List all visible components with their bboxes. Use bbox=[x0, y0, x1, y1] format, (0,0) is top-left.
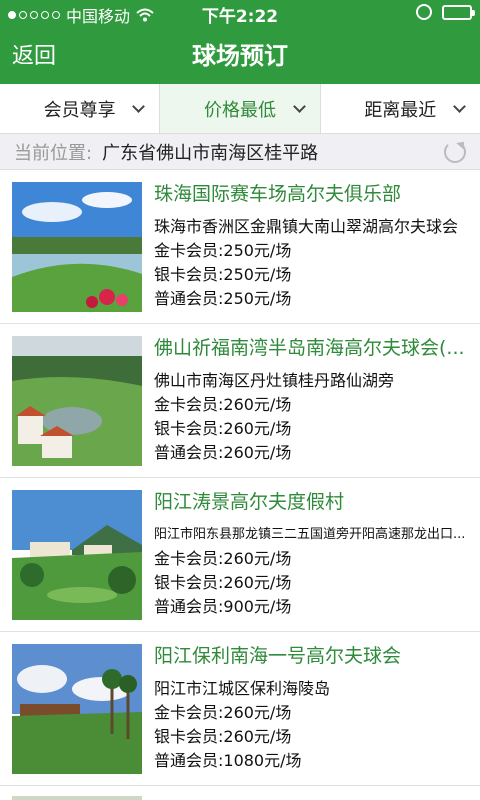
list-item[interactable]: 珠海国际赛车场高尔夫俱乐部 珠海市香洲区金鼎镇大南山翠湖高尔夫球会 金卡会员:2… bbox=[0, 170, 480, 324]
course-name[interactable]: 阳江涛景高尔夫度假村 bbox=[154, 488, 470, 516]
normal-price: 普通会员:900元/场 bbox=[154, 597, 292, 616]
status-right bbox=[416, 4, 475, 20]
chevron-down-icon bbox=[132, 100, 146, 113]
nav-bar: 返回 球场预订 bbox=[0, 26, 480, 84]
list-item[interactable]: 佛山祈福南湾半岛南海高尔夫球会(... 佛山市南海区丹灶镇桂丹路仙湖旁 金卡会员… bbox=[0, 324, 480, 478]
course-address: 阳江市阳东县那龙镇三二五国道旁开阳高速那龙出口... bbox=[154, 527, 466, 542]
list-item-partial bbox=[0, 786, 480, 800]
normal-price: 普通会员:250元/场 bbox=[154, 289, 292, 308]
list-item[interactable]: 阳江保利南海一号高尔夫球会 阳江市江城区保利海陵岛 金卡会员:260元/场 银卡… bbox=[0, 632, 480, 786]
location-label: 当前位置: bbox=[14, 142, 93, 164]
course-thumbnail bbox=[12, 336, 142, 466]
gold-price: 金卡会员:250元/场 bbox=[154, 241, 292, 260]
course-info: 珠海国际赛车场高尔夫俱乐部 珠海市香洲区金鼎镇大南山翠湖高尔夫球会 金卡会员:2… bbox=[154, 180, 470, 311]
gold-price: 金卡会员:260元/场 bbox=[154, 395, 292, 414]
battery-icon bbox=[442, 4, 475, 20]
filter-bar: 会员尊享 价格最低 距离最近 bbox=[0, 84, 480, 134]
filter-member[interactable]: 会员尊享 bbox=[0, 84, 161, 133]
chevron-down-icon bbox=[292, 100, 306, 113]
course-address: 珠海市香洲区金鼎镇大南山翠湖高尔夫球会 bbox=[154, 217, 459, 236]
filter-label: 距离最近 bbox=[364, 99, 437, 121]
refresh-icon[interactable] bbox=[444, 141, 466, 163]
filter-distance[interactable]: 距离最近 bbox=[321, 84, 480, 133]
gold-price: 金卡会员:260元/场 bbox=[154, 549, 292, 568]
page-title: 球场预订 bbox=[192, 42, 288, 70]
location-bar: 当前位置: 广东省佛山市南海区桂平路 bbox=[0, 134, 480, 170]
filter-price[interactable]: 价格最低 bbox=[160, 84, 321, 133]
course-list: 珠海国际赛车场高尔夫俱乐部 珠海市香洲区金鼎镇大南山翠湖高尔夫球会 金卡会员:2… bbox=[0, 170, 480, 786]
silver-price: 银卡会员:260元/场 bbox=[154, 727, 292, 746]
silver-price: 银卡会员:260元/场 bbox=[154, 573, 292, 592]
course-info: 佛山祈福南湾半岛南海高尔夫球会(... 佛山市南海区丹灶镇桂丹路仙湖旁 金卡会员… bbox=[154, 334, 470, 465]
course-name[interactable]: 佛山祈福南湾半岛南海高尔夫球会(... bbox=[154, 334, 470, 362]
app-header: 中国移动 下午2:22 返回 球场预订 bbox=[0, 0, 480, 84]
list-item[interactable]: 阳江涛景高尔夫度假村 阳江市阳东县那龙镇三二五国道旁开阳高速那龙出口... 金卡… bbox=[0, 478, 480, 632]
course-name[interactable]: 珠海国际赛车场高尔夫俱乐部 bbox=[154, 180, 470, 208]
course-thumbnail bbox=[12, 796, 142, 800]
course-address: 阳江市江城区保利海陵岛 bbox=[154, 679, 331, 698]
course-thumbnail bbox=[12, 644, 142, 774]
status-bar: 中国移动 下午2:22 bbox=[0, 0, 480, 27]
course-address: 佛山市南海区丹灶镇桂丹路仙湖旁 bbox=[154, 371, 395, 390]
location-value: 广东省佛山市南海区桂平路 bbox=[102, 142, 319, 164]
status-time: 下午2:22 bbox=[201, 7, 279, 27]
chevron-down-icon bbox=[453, 100, 466, 113]
rotation-lock-icon bbox=[416, 4, 432, 20]
silver-price: 银卡会员:260元/场 bbox=[154, 419, 292, 438]
normal-price: 普通会员:260元/场 bbox=[154, 443, 292, 462]
course-info: 阳江保利南海一号高尔夫球会 阳江市江城区保利海陵岛 金卡会员:260元/场 银卡… bbox=[154, 642, 470, 773]
course-info: 阳江涛景高尔夫度假村 阳江市阳东县那龙镇三二五国道旁开阳高速那龙出口... 金卡… bbox=[154, 488, 470, 619]
normal-price: 普通会员:1080元/场 bbox=[154, 751, 302, 770]
gold-price: 金卡会员:260元/场 bbox=[154, 703, 292, 722]
course-thumbnail bbox=[12, 182, 142, 312]
silver-price: 银卡会员:250元/场 bbox=[154, 265, 292, 284]
course-thumbnail bbox=[12, 490, 142, 620]
filter-label: 价格最低 bbox=[203, 99, 276, 121]
course-name[interactable]: 阳江保利南海一号高尔夫球会 bbox=[154, 642, 470, 670]
filter-label: 会员尊享 bbox=[43, 99, 116, 121]
